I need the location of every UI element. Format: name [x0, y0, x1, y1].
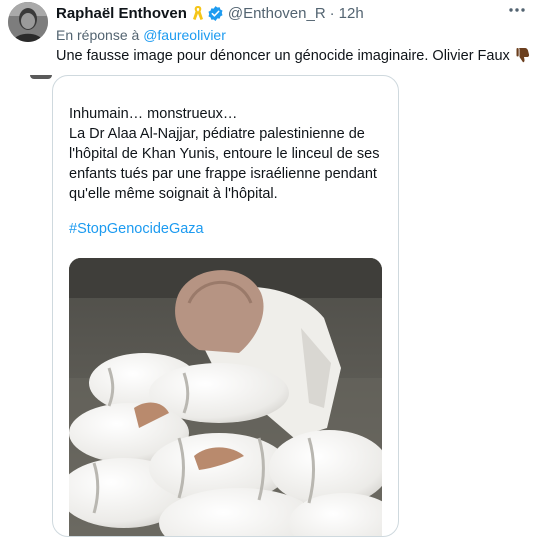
reply-prefix: En réponse à	[56, 27, 140, 43]
tweet-header: Raphaël Enthoven @Enthoven_R · 12h	[56, 3, 523, 23]
tweet-timestamp[interactable]: 12h	[339, 5, 364, 22]
reply-context: En réponse à @faureolivier	[56, 27, 226, 43]
yellow-ribbon-icon	[191, 5, 205, 21]
thread-line	[30, 75, 52, 79]
reply-mention-link[interactable]: @faureolivier	[143, 27, 226, 43]
tweet-text-body: Une fausse image pour dénoncer un génoci…	[56, 48, 510, 64]
separator-dot: ·	[329, 4, 335, 22]
quoted-line: qu'elle même soignait à l'hôpital.	[69, 186, 278, 202]
verified-badge-icon	[207, 5, 224, 22]
quoted-line: Inhumain… monstrueux…	[69, 106, 238, 122]
tweet[interactable]: Raphaël Enthoven @Enthoven_R · 12h En ré…	[0, 0, 533, 543]
thumbs-down-icon	[516, 47, 530, 67]
quoted-tweet[interactable]: Inhumain… monstrueux… La Dr Alaa Al-Najj…	[52, 75, 399, 537]
more-options-icon[interactable]	[505, 0, 529, 20]
tweet-text: Une fausse image pour dénoncer un génoci…	[56, 47, 530, 67]
avatar[interactable]	[8, 2, 48, 42]
hashtag-link[interactable]: #StopGenocideGaza	[69, 221, 204, 237]
quoted-tweet-text: Inhumain… monstrueux… La Dr Alaa Al-Najj…	[69, 104, 387, 204]
avatar-photo	[8, 2, 48, 42]
quoted-line: enfants tués par une frappe israélienne …	[69, 166, 377, 182]
photo-illustration	[69, 258, 382, 536]
quoted-line: La Dr Alaa Al-Najjar, pédiatre palestini…	[69, 126, 365, 142]
quoted-line: l'hôpital de Khan Yunis, entoure le linc…	[69, 146, 380, 162]
quoted-tweet-photo[interactable]	[69, 258, 382, 536]
author-handle[interactable]: @Enthoven_R	[228, 5, 326, 22]
author-name[interactable]: Raphaël Enthoven	[56, 5, 187, 22]
